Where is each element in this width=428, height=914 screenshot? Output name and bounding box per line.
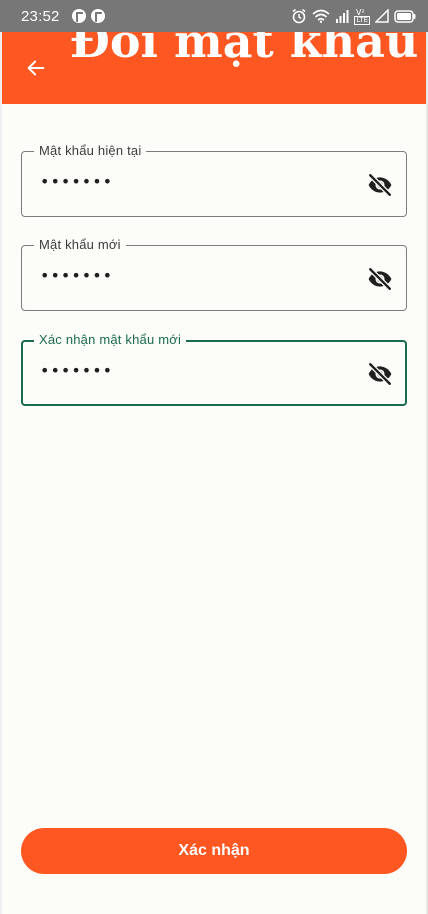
status-bar: 23:52 V² LTE <box>0 0 428 32</box>
current-password-value: ••••••• <box>40 172 114 191</box>
eye-off-icon <box>367 266 393 292</box>
submit-button[interactable]: Xác nhận <box>21 828 407 874</box>
app-notification-icon <box>71 9 86 23</box>
current-password-field[interactable]: Mật khẩu hiện tại ••••••• <box>21 143 407 217</box>
status-system-icons: V² LTE <box>291 8 416 25</box>
status-time: 23:52 <box>21 7 60 25</box>
new-password-label: Mật khẩu mới <box>34 237 126 253</box>
toggle-visibility-button[interactable] <box>366 265 394 293</box>
battery-icon <box>394 9 416 23</box>
signal-icon <box>336 10 349 23</box>
eye-off-icon <box>367 361 393 387</box>
lte-label: LTE <box>354 15 370 25</box>
confirm-password-label: Xác nhận mật khẩu mới <box>34 332 187 348</box>
lte-indicator: V² LTE <box>354 8 370 25</box>
new-password-value: ••••••• <box>40 266 114 285</box>
svg-text:V²: V² <box>356 8 365 16</box>
signal-empty-icon <box>375 9 389 23</box>
current-password-label: Mật khẩu hiện tại <box>34 143 147 159</box>
new-password-field[interactable]: Mật khẩu mới ••••••• <box>21 237 407 311</box>
wifi-icon <box>312 9 330 23</box>
status-notification-icons <box>71 9 105 23</box>
confirm-password-value: ••••••• <box>40 361 114 380</box>
alarm-icon <box>292 8 306 24</box>
page-title: Đổi mật khẩu <box>69 32 419 68</box>
change-password-screen: 23:52 V² LTE Đổi mật khẩu Mật khẩu hiện … <box>0 0 428 914</box>
toggle-visibility-button[interactable] <box>366 360 394 388</box>
app-notification-icon <box>90 9 105 23</box>
eye-off-icon <box>367 172 393 198</box>
left-edge <box>0 32 2 914</box>
confirm-password-field[interactable]: Xác nhận mật khẩu mới ••••••• <box>21 332 407 406</box>
toggle-visibility-button[interactable] <box>366 171 394 199</box>
app-bar: Đổi mật khẩu <box>2 32 426 104</box>
